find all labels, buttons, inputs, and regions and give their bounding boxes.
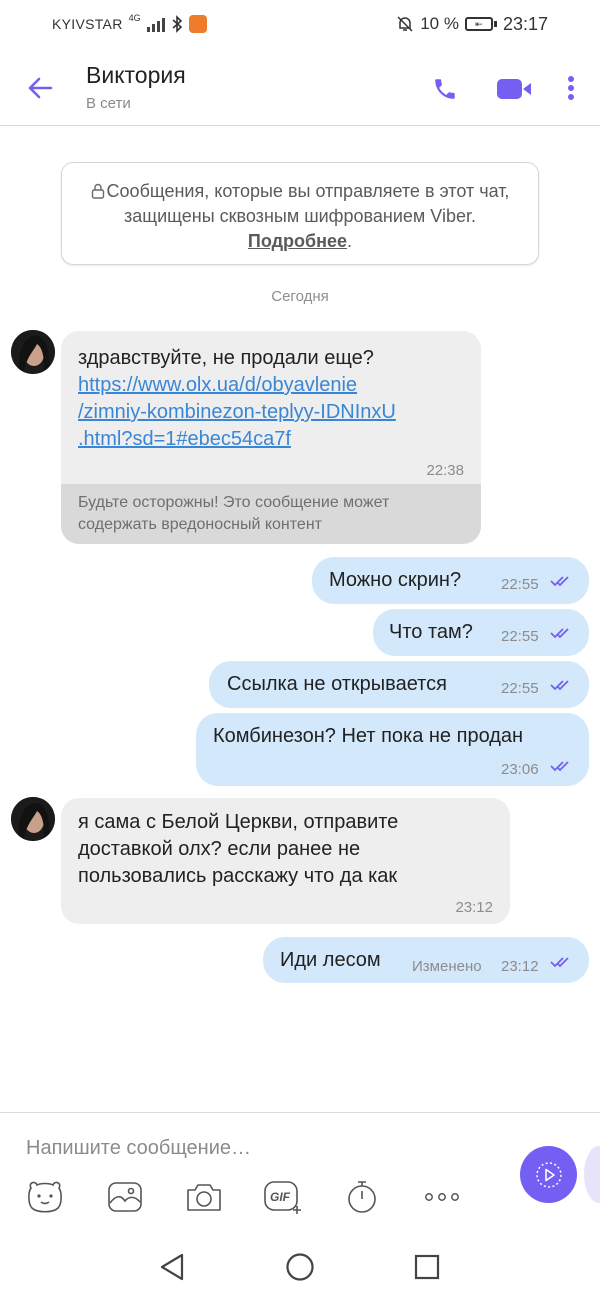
notice-end: . [347, 231, 353, 251]
message-input[interactable] [26, 1133, 496, 1163]
message-text: Иди лесом [280, 949, 381, 971]
malicious-content-warning: Будьте осторожны! Это сообщение может со… [61, 484, 481, 544]
message-text: Комбинезон? Нет пока не продан [213, 725, 524, 747]
message-text: я сама с Белой Церкви, отправите доставк… [78, 811, 399, 887]
avatar[interactable] [11, 797, 55, 841]
call-button[interactable] [428, 72, 462, 106]
more-vert-icon [568, 76, 574, 100]
date-separator: Сегодня [271, 288, 329, 305]
timer-icon [348, 1181, 376, 1213]
app-notification-icon [188, 15, 207, 33]
nav-back-button[interactable] [154, 1249, 190, 1285]
message-text: Что там? [389, 621, 473, 643]
read-receipt-icon [550, 576, 569, 587]
camera-icon [187, 1184, 221, 1211]
battery-percent: 10 % [420, 14, 459, 33]
contact-status: В сети [86, 95, 131, 112]
status-left: KYIVSTAR 4G [52, 13, 207, 33]
sticker-icon [28, 1181, 62, 1213]
message-time: 23:12 [455, 899, 493, 916]
triangle-back-icon [160, 1253, 184, 1281]
back-arrow-icon [28, 77, 53, 99]
message-composer: GIF [0, 1112, 600, 1232]
message-bubble-outgoing[interactable]: Что там? 22:55 [373, 609, 589, 656]
message-time: 22:55 [501, 680, 539, 697]
message-bubble-incoming[interactable]: здравствуйте, не продали еще? https://ww… [61, 331, 481, 544]
message-bubble-outgoing[interactable]: Комбинезон? Нет пока не продан 23:06 [196, 713, 589, 786]
gif-icon: GIF [264, 1181, 301, 1214]
video-icon [497, 79, 531, 99]
system-navigation-bar [0, 1232, 600, 1299]
status-right: 10 % ⇤ 23:17 [396, 14, 548, 35]
circle-home-icon [286, 1253, 314, 1281]
send-icon [535, 1161, 562, 1188]
message-text: Можно скрин? [329, 569, 462, 591]
nav-home-button[interactable] [282, 1249, 318, 1285]
mute-bell-icon [397, 16, 413, 32]
read-receipt-icon [550, 761, 569, 772]
timer-button[interactable] [342, 1179, 382, 1215]
send-button[interactable] [520, 1146, 577, 1203]
message-time: 23:12 [501, 958, 539, 975]
nav-recents-button[interactable] [409, 1249, 445, 1285]
clock: 23:17 [502, 13, 548, 34]
gif-label: GIF [270, 1190, 291, 1204]
secondary-button-peek [584, 1146, 600, 1203]
message-time: 22:55 [501, 576, 539, 593]
more-horiz-icon [425, 1193, 459, 1201]
video-call-button[interactable] [494, 72, 534, 106]
lock-icon [91, 183, 104, 199]
sticker-button[interactable] [25, 1179, 65, 1215]
read-receipt-icon [550, 957, 569, 968]
learn-more-link[interactable]: Подробнее [248, 231, 347, 251]
carrier-label: KYIVSTAR [52, 16, 123, 32]
message-text: Ссылка не открывается [227, 673, 447, 695]
message-time: 23:06 [501, 761, 539, 778]
message-link[interactable]: https://www.olx.ua/d/obyavlenie /zimniy-… [78, 372, 473, 453]
edited-label: Изменено [412, 958, 482, 975]
network-type: 4G [128, 13, 141, 23]
message-bubble-outgoing[interactable]: Можно скрин? 22:55 [312, 557, 589, 604]
gif-button[interactable]: GIF [263, 1179, 303, 1215]
square-recents-icon [414, 1254, 440, 1280]
message-bubble-incoming[interactable]: я сама с Белой Церкви, отправите доставк… [61, 798, 510, 924]
battery-icon: ⇤ [464, 17, 497, 31]
contact-name[interactable]: Виктория [86, 62, 186, 89]
status-bar: KYIVSTAR 4G 10 % ⇤ 23:17 [0, 0, 600, 48]
more-options-button[interactable] [558, 70, 584, 106]
message-bubble-outgoing[interactable]: Ссылка не открывается 22:55 [209, 661, 589, 708]
avatar[interactable] [11, 330, 55, 374]
message-time: 22:38 [426, 462, 464, 479]
phone-icon [435, 79, 455, 99]
notice-text: Сообщения, которые вы отправляете в этот… [106, 181, 510, 226]
read-receipt-icon [550, 680, 569, 691]
more-tools-button[interactable] [422, 1179, 462, 1215]
chat-header: Виктория В сети [0, 48, 600, 126]
message-time: 22:55 [501, 628, 539, 645]
read-receipt-icon [550, 628, 569, 639]
signal-icon [146, 16, 165, 32]
encryption-notice: Сообщения, которые вы отправляете в этот… [61, 162, 539, 265]
camera-button[interactable] [184, 1179, 224, 1215]
message-bubble-outgoing[interactable]: Иди лесом Изменено 23:12 [263, 937, 589, 983]
gallery-button[interactable] [105, 1179, 145, 1215]
gallery-icon [108, 1182, 142, 1212]
message-text: здравствуйте, не продали еще? [78, 347, 374, 369]
bluetooth-icon [172, 15, 182, 33]
back-button[interactable] [22, 70, 58, 106]
